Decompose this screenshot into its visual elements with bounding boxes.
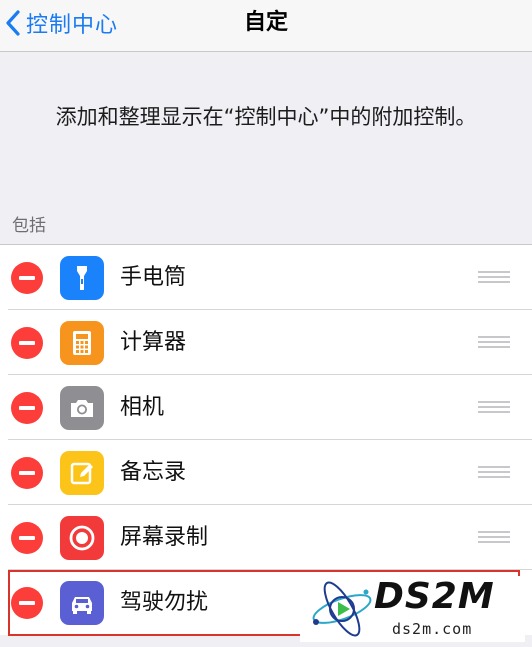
list-item-label: 屏幕录制 [120, 525, 209, 550]
camera-icon [60, 386, 104, 430]
remove-button[interactable] [11, 392, 43, 424]
navigation-bar: 控制中心 自定 [0, 0, 532, 52]
list-item-calculator: 计算器 [0, 310, 532, 375]
section-header-include: 包括 [12, 216, 46, 236]
description-text: 添加和整理显示在“控制中心”中的附加控制。 [55, 105, 477, 129]
car-icon [60, 581, 104, 625]
reorder-handle-icon[interactable] [478, 335, 510, 349]
back-button[interactable]: 控制中心 [4, 6, 118, 40]
list-item-label: 驾驶勿扰 [120, 590, 209, 615]
watermark: DS2M ds2m.com [300, 576, 525, 642]
watermark-logo-icon [312, 581, 372, 637]
back-button-label: 控制中心 [26, 13, 119, 38]
notes-icon [60, 451, 104, 495]
flashlight-icon [60, 256, 104, 300]
remove-button[interactable] [11, 522, 43, 554]
reorder-handle-icon[interactable] [478, 530, 510, 544]
reorder-handle-icon[interactable] [478, 465, 510, 479]
list-item-screen-recording: 屏幕录制 [0, 505, 532, 570]
reorder-handle-icon[interactable] [478, 270, 510, 284]
calculator-icon [60, 321, 104, 365]
list-item-camera: 相机 [0, 375, 532, 440]
reorder-handle-icon[interactable] [478, 400, 510, 414]
list-item-label: 手电筒 [120, 265, 187, 290]
remove-button[interactable] [11, 587, 43, 619]
list-item-flashlight: 手电筒 [0, 245, 532, 310]
list-item-label: 备忘录 [120, 460, 187, 485]
remove-button[interactable] [11, 262, 43, 294]
list-item-notes: 备忘录 [0, 440, 532, 505]
list-item-label: 计算器 [120, 330, 187, 355]
remove-button[interactable] [11, 327, 43, 359]
chevron-left-icon [6, 10, 20, 36]
remove-button[interactable] [11, 457, 43, 489]
watermark-title: DS2M [374, 576, 495, 617]
screen-recording-icon [60, 516, 104, 560]
watermark-subtitle: ds2m.com [392, 620, 473, 638]
list-item-label: 相机 [120, 395, 165, 420]
